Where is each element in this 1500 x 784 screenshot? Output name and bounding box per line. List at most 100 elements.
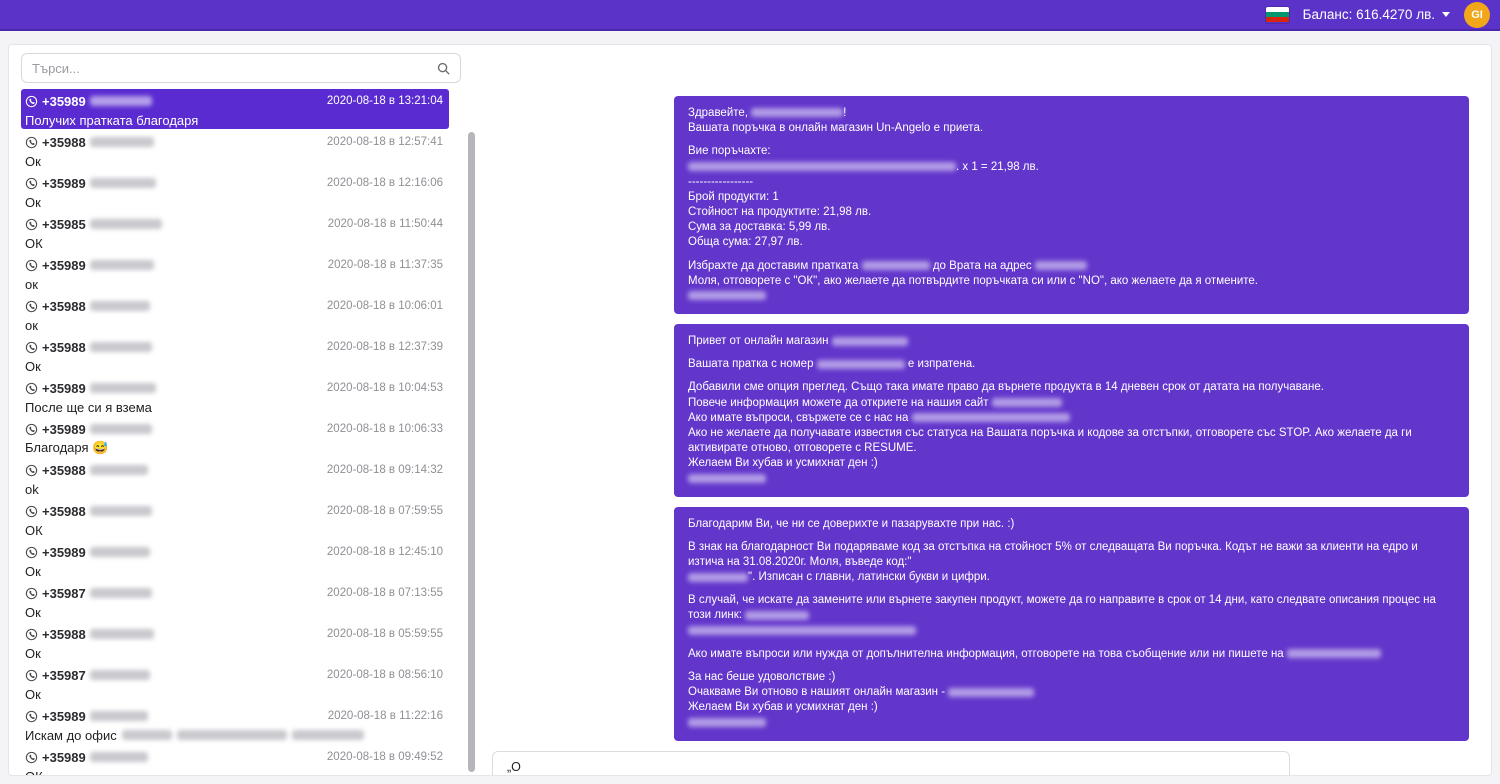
redacted-blur: [90, 547, 150, 557]
message-preview: Ок: [25, 685, 443, 703]
conversations-sidebar: +35989 2020-08-18 в 13:21:04 Получих пратк…: [21, 53, 463, 775]
phone-number: +35989: [42, 176, 86, 191]
conversation-item[interactable]: +359872020-08-18 в 08:56:10Ок: [21, 663, 449, 703]
redacted-blur: [90, 178, 156, 188]
conversation-item[interactable]: +359882020-08-18 в 12:37:39Ок: [21, 335, 449, 375]
search-input[interactable]: [32, 61, 430, 76]
message-timestamp: 2020-08-18 в 05:59:55: [327, 628, 443, 640]
conversation-item[interactable]: +35989 2020-08-18 в 12:45:10 Ок: [21, 540, 449, 580]
chat-panel: Здравейте, !Вашата поръчка в онлайн мага…: [484, 45, 1483, 775]
redacted-blur: [817, 360, 905, 369]
message-preview: Ок: [25, 357, 443, 375]
viber-icon: [25, 751, 38, 764]
message-timestamp: 2020-08-18 в 12:16:06: [327, 177, 443, 189]
redacted-blur: [122, 730, 172, 740]
message-timestamp: 2020-08-18 в 12:37:39: [327, 341, 443, 353]
message-timestamp: 2020-08-18 в 13:21:04: [327, 95, 443, 107]
viber-icon: [25, 710, 38, 723]
outgoing-message-bubble: Привет от онлайн магазин Вашата пратка с…: [674, 324, 1469, 497]
message-preview: ОК: [25, 234, 443, 252]
viber-icon: [25, 341, 38, 354]
phone-number: +35988: [42, 504, 86, 519]
redacted-blur: [688, 626, 916, 635]
phone-number: +35989: [42, 381, 86, 396]
balance-dropdown[interactable]: Баланс: 616.4270 лв.: [1303, 7, 1450, 22]
conversation-item[interactable]: +359882020-08-18 в 12:57:41Ок: [21, 130, 449, 170]
message-preview: После ще си я взема: [25, 398, 443, 416]
conversation-item[interactable]: +35988 2020-08-18 в 10:06:01 ок: [21, 294, 449, 334]
redacted-blur: [948, 688, 1034, 697]
conversation-item[interactable]: +35989 2020-08-18 в 13:21:04 Получих пратк…: [21, 89, 449, 129]
message-preview: ок: [25, 275, 443, 293]
redacted-blur: [292, 730, 364, 740]
redacted-blur: [90, 260, 154, 270]
message-timestamp: 2020-08-18 в 10:06:01: [327, 300, 443, 312]
message-timestamp: 2020-08-18 в 07:59:55: [327, 505, 443, 517]
message-timestamp: 2020-08-18 в 11:50:44: [328, 218, 443, 230]
message-timestamp: 2020-08-18 в 10:06:33: [327, 423, 443, 435]
balance-label: Баланс: 616.4270 лв.: [1303, 7, 1435, 22]
viber-icon: [25, 382, 38, 395]
conversation-item[interactable]: +35985 2020-08-18 в 11:50:44 ОК: [21, 212, 449, 252]
incoming-message-text: „О: [507, 760, 1275, 774]
search-icon[interactable]: [436, 61, 451, 81]
conversation-item[interactable]: +359872020-08-18 в 07:13:55Ок: [21, 581, 449, 621]
redacted-blur: [992, 398, 1062, 407]
phone-number: +35988: [42, 463, 86, 478]
redacted-blur: [90, 629, 154, 639]
message-preview: ОК: [25, 521, 443, 539]
conversation-item[interactable]: +359882020-08-18 в 09:14:32ok: [21, 458, 449, 498]
redacted-blur: [90, 383, 156, 393]
topbar: Баланс: 616.4270 лв. GI: [0, 0, 1500, 31]
redacted-blur: [688, 162, 956, 171]
redacted-blur: [90, 465, 148, 475]
avatar[interactable]: GI: [1464, 2, 1490, 28]
message-timestamp: 2020-08-18 в 09:14:32: [327, 464, 443, 476]
redacted-blur: [90, 424, 152, 434]
message-timestamp: 2020-08-18 в 08:56:10: [327, 669, 443, 681]
phone-number: +35989: [42, 709, 86, 724]
incoming-message-bubble: „О: [492, 751, 1290, 776]
message-preview: Ок: [25, 562, 443, 580]
redacted-blur: [1035, 261, 1087, 270]
conversation-item[interactable]: +359892020-08-18 в 11:37:35ок: [21, 253, 449, 293]
phone-number: +35988: [42, 299, 86, 314]
redacted-blur: [90, 752, 148, 762]
redacted-blur: [90, 588, 152, 598]
viber-icon: [25, 464, 38, 477]
viber-icon: [25, 259, 38, 272]
viber-icon: [25, 587, 38, 600]
message-preview: Благодаря 😅: [25, 439, 443, 457]
phone-number: +35989: [42, 545, 86, 560]
conversation-item[interactable]: +359892020-08-18 в 09:49:52ОК: [21, 745, 449, 775]
conversation-item[interactable]: +35989 2020-08-18 в 10:04:53 После ще си я…: [21, 376, 449, 416]
outgoing-message-bubble: Благодарим Ви, че ни се доверихте и паза…: [674, 507, 1469, 741]
conversation-item[interactable]: +359892020-08-18 в 11:22:16Искам до офис: [21, 704, 449, 744]
viber-icon: [25, 505, 38, 518]
viber-icon: [25, 669, 38, 682]
bulgaria-flag-icon: [1266, 7, 1289, 23]
redacted-blur: [90, 219, 162, 229]
message-preview: ок: [25, 316, 443, 334]
search-box: [21, 53, 461, 83]
conversation-item[interactable]: +359882020-08-18 в 05:59:55Ок: [21, 622, 449, 662]
redacted-blur: [745, 611, 809, 620]
message-timestamp: 2020-08-18 в 12:45:10: [327, 546, 443, 558]
main-panel: +35989 2020-08-18 в 13:21:04 Получих пратк…: [8, 44, 1492, 776]
message-timestamp: 2020-08-18 в 10:04:53: [327, 382, 443, 394]
message-timestamp: 2020-08-18 в 11:37:35: [328, 259, 443, 271]
conversation-item[interactable]: +35988 2020-08-18 в 07:59:55 ОК: [21, 499, 449, 539]
conversation-item[interactable]: +359892020-08-18 в 12:16:06Ок: [21, 171, 449, 211]
phone-number: +35985: [42, 217, 86, 232]
sidebar-scrollbar[interactable]: [468, 132, 475, 772]
redacted-blur: [1287, 649, 1381, 658]
redacted-blur: [90, 506, 152, 516]
redacted-blur: [912, 413, 1070, 422]
viber-icon: [25, 300, 38, 313]
conversation-item[interactable]: +359892020-08-18 в 10:06:33Благодаря 😅: [21, 417, 449, 457]
phone-number: +35989: [42, 750, 86, 765]
message-timestamp: 2020-08-18 в 07:13:55: [327, 587, 443, 599]
message-preview: Получих пратката благодаря: [25, 111, 443, 129]
phone-number: +35989: [42, 94, 86, 109]
phone-number: +35988: [42, 627, 86, 642]
